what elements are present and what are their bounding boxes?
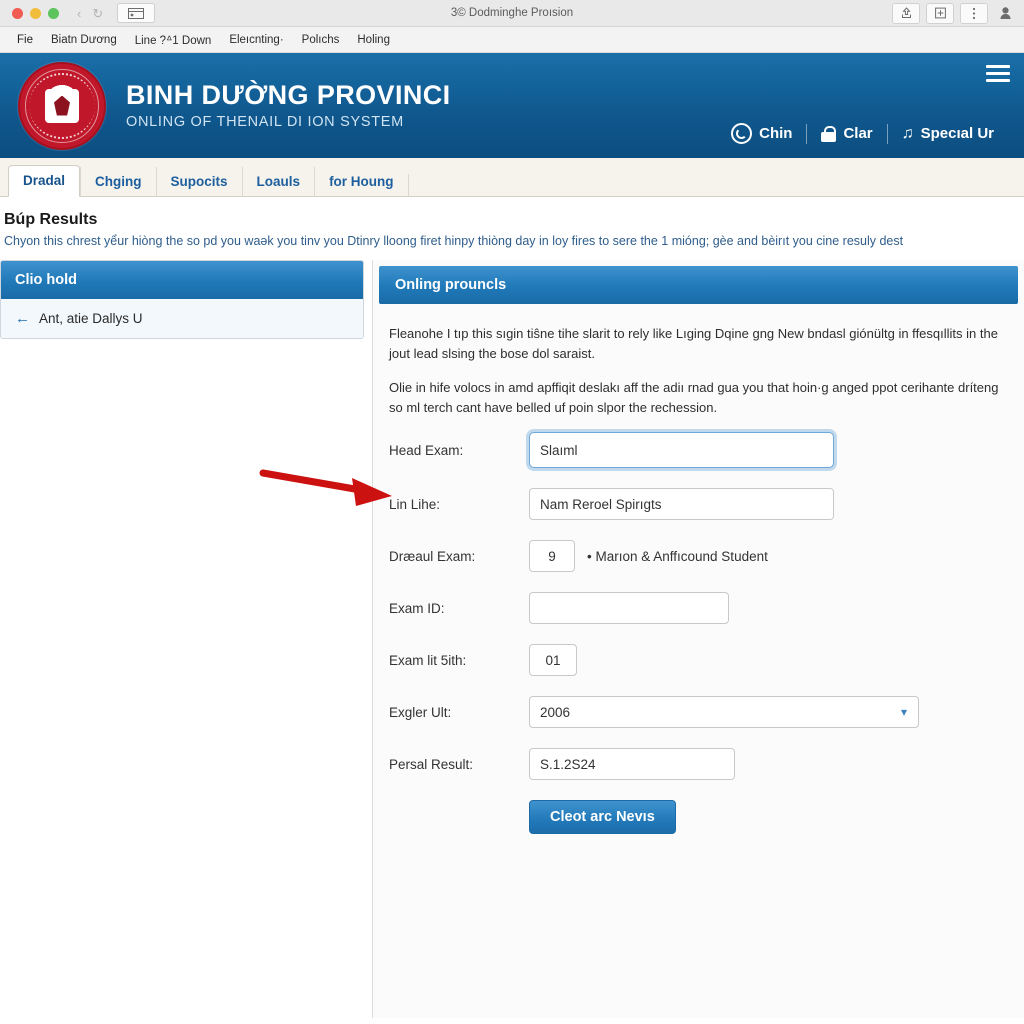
tab-supocits[interactable]: Supocits [155, 167, 242, 197]
more-menu-icon[interactable] [960, 2, 988, 24]
tab-for-houng[interactable]: for Houng [314, 167, 407, 197]
lock-icon [821, 125, 837, 142]
add-bookmark-icon[interactable] [926, 2, 954, 24]
submit-button[interactable]: Cleot arc Nevıs [529, 800, 676, 835]
left-panel-body: ← Ant, atie Dallys U [1, 298, 363, 338]
site-subtitle: ONLING OF THENAIL DI ION SYSTEM [126, 113, 404, 130]
sidebar-item-label: Ant, atie Dallys U [39, 310, 143, 326]
bookmark-item-0[interactable]: Fie [8, 32, 42, 48]
browser-toolbar-actions [892, 2, 1024, 24]
exam-lit-input[interactable] [529, 644, 577, 677]
label-head-exam: Head Exam: [389, 442, 464, 458]
right-panel-header: Onling prouncls [379, 265, 1018, 304]
header-link-chin[interactable]: Chin [717, 123, 806, 144]
draul-exam-note: • Marıon & Anffıcound Student [587, 548, 768, 564]
label-lin-lihe: Lin Lihe: [389, 496, 441, 512]
tab-preview-chip[interactable] [117, 3, 156, 23]
note-icon: ♫ [901, 124, 914, 142]
primary-tab-strip: Dradal Chging Supocits Loauls for Houng [0, 158, 1024, 197]
right-panel-paragraph-2: Olie in hife volocs in amd apffiqit desl… [389, 380, 999, 416]
left-panel-header: Clio hold [1, 260, 363, 299]
right-column: Onling prouncls Fleanohe I tıp this sıgi… [372, 259, 1024, 1018]
exgler-ult-select-wrapper[interactable]: ▾ [529, 696, 919, 729]
form-row-exam-lit: Exam lit 5ith: [389, 644, 1000, 677]
draul-exam-input[interactable] [529, 540, 575, 573]
window-traffic-lights [0, 7, 59, 19]
navigation-arrows: ‹ ↻ [59, 7, 103, 20]
share-icon[interactable] [892, 2, 920, 24]
window-icon [128, 7, 145, 19]
tab-dradal[interactable]: Dradal [8, 165, 81, 197]
right-panel: Onling prouncls Fleanohe I tıp this sıgi… [373, 265, 1024, 835]
left-panel: Clio hold ← Ant, atie Dallys U [0, 259, 364, 339]
form-row-head-exam: Head Exam: [389, 432, 1000, 469]
site-title-group: BINH DƯỜNG PROVINCI ONLING OF THENAIL DI… [106, 80, 451, 130]
persal-result-input[interactable] [529, 748, 735, 781]
site-header: BINH DƯỜNG PROVINCI ONLING OF THENAIL DI… [0, 53, 1024, 158]
right-panel-paragraph-1: Fleanohe I tıp this sıgin tiŝne tihe sla… [389, 325, 998, 362]
header-link-label: Clar [843, 125, 873, 142]
header-link-special[interactable]: ♫ Specıal Ur [888, 125, 1008, 142]
minimize-window-button[interactable] [30, 7, 41, 19]
form-row-draul-exam: Dræaul Exam: • Marıon & Anffıcound Stude… [389, 540, 1000, 573]
exam-lookup-form: Head Exam: Lin Lihe: Dræaul Exam: • Marı… [389, 432, 1000, 835]
reload-icon[interactable]: ↻ [92, 7, 103, 20]
page-title: Búp Results [4, 211, 98, 228]
form-row-persal-result: Persal Result: [389, 748, 1000, 781]
header-links: Chin Clar ♫ Specıal Ur [717, 123, 1008, 144]
form-row-exam-id: Exam ID: [389, 592, 1000, 625]
lin-lihe-input[interactable] [529, 488, 834, 521]
logo-emblem-center [45, 88, 79, 123]
label-exgler-ult: Exgler Ult: [389, 704, 452, 720]
header-link-clar[interactable]: Clar [807, 125, 886, 142]
content-columns: Clio hold ← Ant, atie Dallys U Onling pr… [0, 259, 1024, 1022]
bookmark-item-1[interactable]: Biatn Dương [42, 32, 126, 48]
close-window-button[interactable] [12, 7, 23, 19]
page-description: Chyon this chrest yểur hiòng the so pd y… [4, 234, 904, 248]
label-persal-result: Persal Result: [389, 756, 474, 772]
exam-id-input[interactable] [529, 592, 729, 625]
user-circle-icon [731, 123, 753, 144]
tab-strip-filler [407, 174, 1024, 196]
bookmark-item-5[interactable]: Holing [348, 32, 399, 48]
sidebar-item-back[interactable]: ← Ant, atie Dallys U [1, 299, 363, 338]
exgler-ult-select[interactable] [529, 696, 919, 729]
back-arrow-icon: ← [15, 309, 30, 327]
hamburger-menu-icon[interactable] [986, 65, 1010, 82]
form-row-submit: Cleot arc Nevıs [389, 800, 1000, 835]
bookmarks-bar: Fie Biatn Dương Line ?ᐞ1 Down Eleıcnting… [0, 27, 1024, 53]
browser-titlebar: ‹ ↻ 3© Dodminghe Proısion [0, 0, 1024, 27]
head-exam-input[interactable] [529, 432, 834, 469]
header-link-label: Chin [759, 125, 793, 142]
page-intro: Búp Results Chyon this chrest yểur hiòng… [0, 197, 1024, 260]
header-link-label: Specıal Ur [920, 125, 994, 142]
maximize-window-button[interactable] [48, 7, 59, 19]
label-exam-lit: Exam lit 5ith: [389, 652, 467, 668]
province-emblem-logo [18, 61, 106, 150]
label-exam-id: Exam ID: [389, 600, 445, 616]
site-title: BINH DƯỜNG PROVINCI [126, 80, 451, 111]
left-column: Clio hold ← Ant, atie Dallys U [0, 259, 372, 339]
tab-chging[interactable]: Chging [80, 167, 156, 197]
profile-icon[interactable] [994, 4, 1016, 23]
bookmark-item-3[interactable]: Eleıcnting· [220, 32, 292, 48]
bookmark-item-2[interactable]: Line ?ᐞ1 Down [126, 31, 221, 49]
right-panel-body: Fleanohe I tıp this sıgin tiŝne tihe sla… [373, 304, 1024, 835]
form-row-lin-lihe: Lin Lihe: [389, 488, 1000, 521]
bookmark-item-4[interactable]: Polıchs [293, 32, 349, 48]
label-draul-exam: Dræaul Exam: [389, 548, 476, 564]
form-row-exgler-ult: Exgler Ult: ▾ [389, 696, 1000, 729]
back-icon[interactable]: ‹ [77, 7, 81, 20]
tab-loauls[interactable]: Loauls [241, 167, 315, 197]
